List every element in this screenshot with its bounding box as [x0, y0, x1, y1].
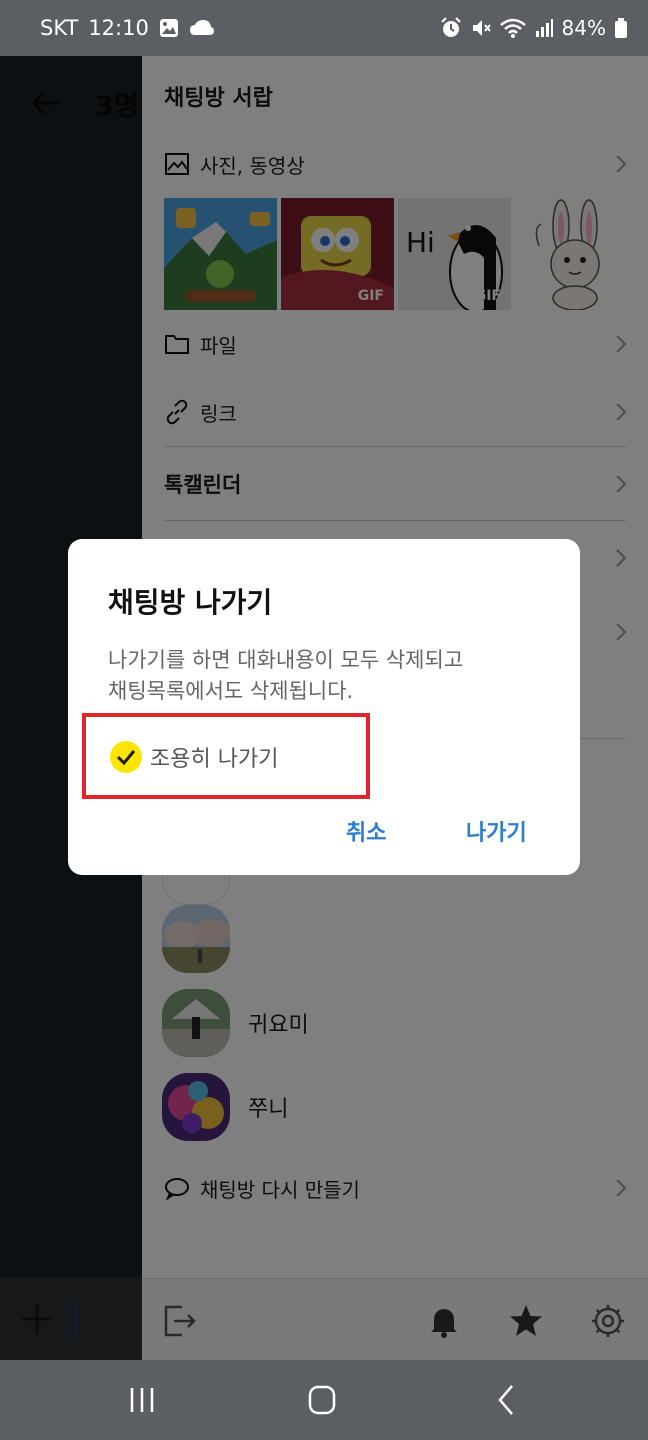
- dialog-message: 나가기를 하면 대화내용이 모두 삭제되고 채팅목록에서도 삭제됩니다.: [108, 645, 548, 707]
- battery-percent: 84%: [561, 16, 606, 40]
- status-right: 84%: [440, 16, 628, 40]
- leave-button[interactable]: 나가기: [466, 815, 527, 847]
- status-left: SKT 12:10: [40, 16, 215, 40]
- dialog-title: 채팅방 나가기: [108, 586, 273, 619]
- system-nav-bar: [0, 1360, 648, 1440]
- time-label: 12:10: [88, 16, 149, 40]
- quiet-leave-checkbox[interactable]: [110, 741, 142, 773]
- gallery-icon: [159, 19, 178, 37]
- dialog-message-line: 채팅목록에서도 삭제됩니다.: [108, 679, 354, 703]
- quiet-leave-highlight-box: 조용히 나가기: [82, 713, 370, 799]
- leave-chat-dialog: 채팅방 나가기 나가기를 하면 대화내용이 모두 삭제되고 채팅목록에서도 삭제…: [68, 539, 580, 875]
- cloud-icon: [189, 20, 214, 35]
- signal-icon: [535, 19, 553, 37]
- dialog-message-line: 나가기를 하면 대화내용이 모두 삭제되고: [108, 648, 464, 672]
- wifi-icon: [499, 18, 526, 38]
- quiet-leave-label[interactable]: 조용히 나가기: [150, 741, 278, 773]
- back-icon[interactable]: [486, 1382, 526, 1418]
- recent-apps-icon[interactable]: [122, 1382, 162, 1418]
- mute-icon: [472, 20, 491, 36]
- cancel-button[interactable]: 취소: [346, 815, 386, 847]
- status-bar: SKT 12:10 84%: [0, 0, 648, 56]
- carrier-label: SKT: [40, 16, 79, 40]
- home-icon[interactable]: [302, 1382, 342, 1418]
- checkmark-icon: [116, 750, 136, 766]
- alarm-icon: [440, 17, 461, 37]
- battery-icon: [615, 18, 627, 38]
